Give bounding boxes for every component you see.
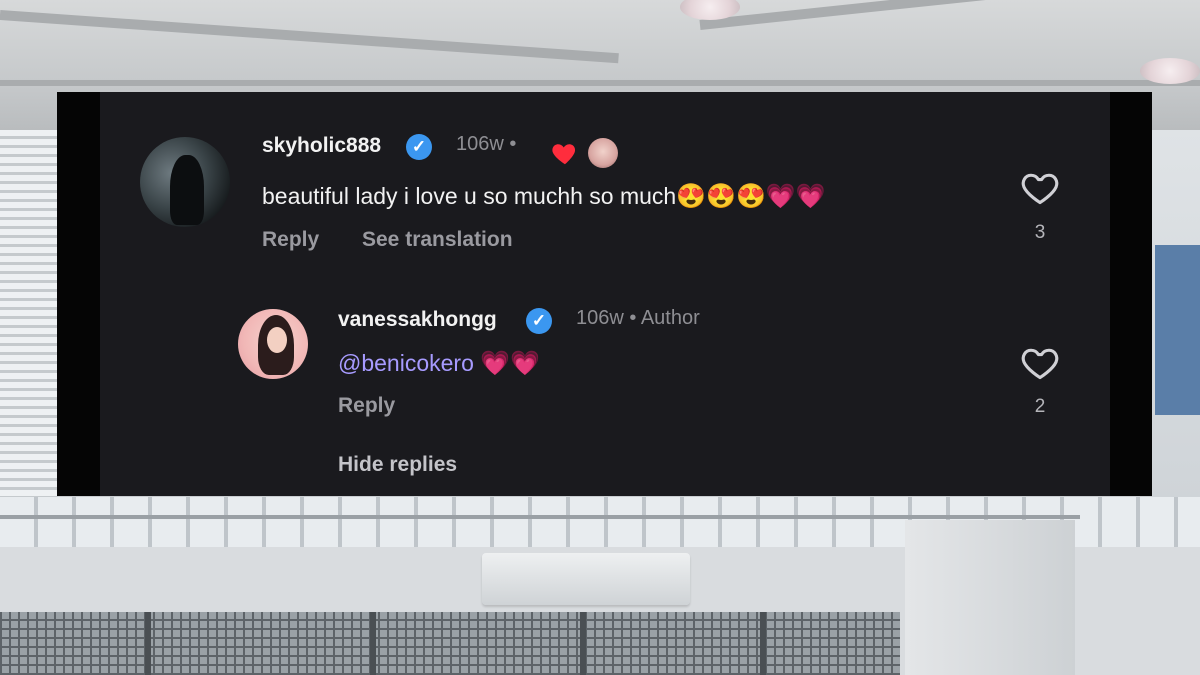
avatar[interactable] (140, 137, 230, 227)
reply-username[interactable]: vanessakhongg (338, 308, 497, 332)
fence-post (370, 612, 376, 675)
see-translation-button[interactable]: See translation (362, 228, 513, 252)
emoji: 😍 (736, 183, 766, 210)
ceiling-lamp (1140, 58, 1200, 84)
emoji: 😍 (676, 183, 707, 210)
air-conditioner (482, 553, 690, 605)
pillar (905, 520, 1075, 675)
avatar-face (267, 327, 287, 353)
emoji: 😍 (706, 183, 737, 210)
reaction-heart-icon (552, 144, 576, 165)
emoji: 💗 (795, 183, 826, 210)
meta-separator: • (503, 133, 517, 155)
verified-badge-icon: ✓ (526, 308, 552, 334)
author-label: Author (640, 307, 700, 329)
left-window (0, 130, 58, 500)
hide-replies-button[interactable]: Hide replies (338, 453, 457, 477)
emoji: 💗 (765, 183, 796, 210)
blue-sign-panel (1155, 245, 1200, 415)
like-count: 3 (1034, 222, 1046, 243)
heart-outline-icon[interactable] (1019, 343, 1061, 381)
comment-time: 106w (456, 133, 504, 155)
comment-username[interactable]: skyholic888 (262, 134, 381, 158)
reply-time: 106w (576, 307, 624, 329)
comment-text-line: beautiful lady i love u so muchh so much… (262, 183, 826, 210)
fence-post (580, 612, 586, 675)
comment-text: beautiful lady i love u so muchh so much (262, 183, 677, 209)
fence-post (760, 612, 766, 675)
emoji: 💗 (510, 350, 541, 377)
ceiling-beam (0, 80, 1200, 86)
reply-button[interactable]: Reply (338, 394, 395, 418)
fence-post (145, 612, 151, 675)
rail (0, 515, 1080, 519)
reply-text-line: @benicokero 💗💗 (338, 350, 540, 377)
avatar[interactable] (238, 309, 308, 379)
comment-meta: 106w • (456, 133, 516, 156)
author-reaction-avatar (588, 138, 618, 168)
mention-link[interactable]: @benicokero (338, 350, 474, 376)
reply-meta: 106w • Author (576, 307, 700, 330)
verified-badge-icon: ✓ (406, 134, 432, 160)
meta-separator: • (623, 307, 641, 329)
like-count: 2 (1034, 396, 1046, 417)
heart-outline-icon[interactable] (1019, 168, 1061, 206)
reply-button[interactable]: Reply (262, 228, 319, 252)
emoji: 💗 (480, 350, 511, 377)
